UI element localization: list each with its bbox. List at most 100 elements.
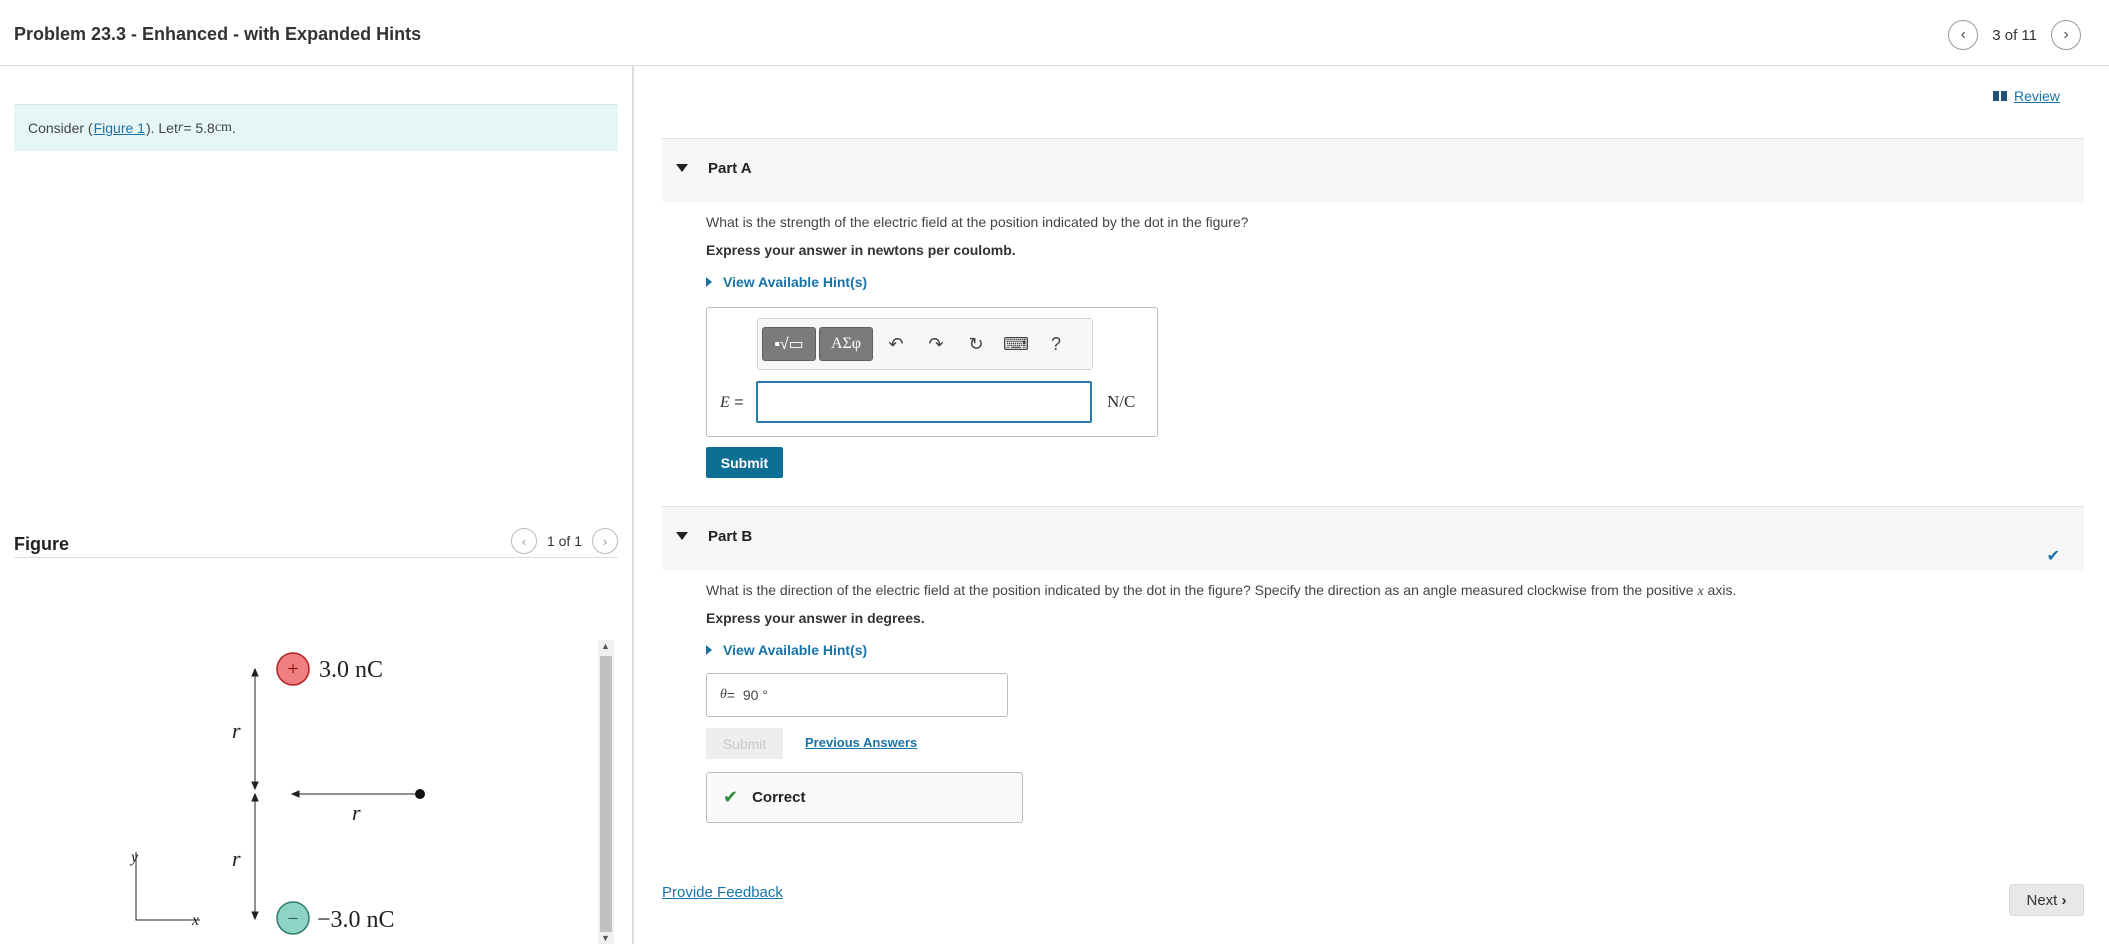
axis-y-label: y [129, 849, 139, 866]
part-b-submit-button[interactable]: Submit [706, 728, 783, 759]
pane-divider[interactable] [632, 66, 634, 944]
prev-problem-button[interactable]: ‹ [1948, 20, 1979, 50]
submitted-answer: 90 ° [742, 687, 768, 703]
header: Problem 23.3 - Enhanced - with Expanded … [0, 0, 2109, 66]
templates-button[interactable]: ▪√▭ [762, 327, 816, 361]
chevron-left-icon: ‹ [521, 533, 527, 549]
chevron-right-icon: › [2061, 891, 2067, 909]
r-label-horizontal: r [352, 800, 361, 825]
expand-triangle-icon [706, 645, 712, 655]
next-figure-button[interactable]: › [592, 528, 618, 554]
greek-symbols-button[interactable]: ΑΣφ [819, 327, 873, 361]
greek-icon: ΑΣφ [830, 335, 862, 352]
figure-header: Figure ‹ 1 of 1 › [14, 522, 618, 558]
redo-icon: ↷ [928, 333, 944, 354]
chevron-right-icon: › [2063, 26, 2069, 43]
reset-icon: ↻ [968, 333, 984, 354]
r-label-bottom: r [232, 846, 241, 871]
e-answer-input[interactable] [756, 381, 1092, 423]
e-variable-label: E = [720, 394, 744, 412]
negative-charge: − [276, 901, 310, 935]
part-a-header[interactable]: Part A [662, 138, 2084, 202]
correct-feedback: ✔ Correct [706, 772, 1023, 823]
templates-icon: ▪√▭ [774, 336, 804, 353]
hint-label: View Available Hint(s) [723, 274, 868, 290]
collapse-triangle-icon [676, 532, 688, 540]
figure-title: Figure [14, 534, 70, 554]
positive-charge-label: 3.0 nC [319, 657, 383, 683]
problem-statement: Consider (Figure 1). Let r = 5.8 cm. [14, 104, 618, 151]
part-a-hint-toggle[interactable]: View Available Hint(s) [706, 274, 867, 290]
figure-link[interactable]: Figure 1 [94, 120, 145, 136]
unit-label: N/C [1107, 392, 1136, 411]
part-a-question: What is the strength of the electric fie… [706, 214, 1249, 230]
prev-figure-button[interactable]: ‹ [510, 528, 537, 554]
equals-sign: = [729, 394, 744, 411]
question-text: axis. [1703, 582, 1737, 598]
part-a-label: Part A [708, 160, 752, 177]
previous-answers-link[interactable]: Previous Answers [805, 735, 917, 750]
equals-sign: = [726, 687, 736, 703]
negative-charge-label: −3.0 nC [317, 907, 395, 933]
statement-value: = 5.8 [183, 120, 215, 136]
e-symbol: E [720, 394, 730, 411]
part-a-submit-button[interactable]: Submit [706, 447, 783, 478]
statement-text: ). Let [145, 120, 178, 136]
hint-label: View Available Hint(s) [723, 642, 868, 658]
help-button[interactable]: ? [1036, 327, 1076, 361]
figure-scroll-thumb[interactable] [600, 656, 612, 932]
review-link[interactable]: Review [1993, 88, 2060, 104]
book-icon [1993, 91, 2008, 101]
statement-unit: cm [214, 120, 232, 135]
part-b-hint-toggle[interactable]: View Available Hint(s) [706, 642, 867, 658]
keyboard-button[interactable]: ⌨ [996, 327, 1036, 361]
statement-text: . [231, 120, 236, 136]
chevron-left-icon: ‹ [1960, 26, 1966, 43]
part-a-answer-box: ▪√▭ ΑΣφ ↶ ↷ ↻ ⌨ ? E = N/C [706, 307, 1158, 437]
question-text: What is the direction of the electric fi… [706, 582, 1698, 598]
expand-triangle-icon [706, 277, 712, 287]
problem-counter: 3 of 11 [1992, 26, 2037, 44]
help-icon: ? [1050, 333, 1061, 354]
field-point-dot [415, 789, 425, 799]
positive-charge: + [276, 652, 310, 686]
correct-label: Correct [752, 789, 806, 806]
redo-button[interactable]: ↷ [916, 327, 956, 361]
chevron-right-icon: › [602, 533, 608, 549]
scroll-up-icon[interactable]: ▲ [601, 641, 610, 651]
horizontal-dimension [290, 790, 418, 798]
completed-check-icon: ✔ [2046, 548, 2060, 565]
part-a-instruction: Express your answer in newtons per coulo… [706, 242, 1016, 258]
plus-sign: + [287, 658, 298, 680]
theta-symbol: θ [720, 687, 727, 702]
axis-x-label: x [191, 912, 199, 929]
problem-pager: ‹ 3 of 11 › [1948, 20, 2081, 50]
part-b-instruction: Express your answer in degrees. [706, 610, 925, 626]
reset-button[interactable]: ↻ [956, 327, 996, 361]
statement-text: Consider ( [28, 120, 93, 136]
figure-pager: ‹ 1 of 1 › [510, 528, 618, 554]
charge-figure: + 3.0 nC r r r − −3.0 nC y x [129, 652, 425, 935]
undo-icon: ↶ [888, 333, 904, 354]
next-button[interactable]: Next › [2009, 884, 2084, 916]
figure-counter: 1 of 1 [546, 533, 582, 549]
page-title: Problem 23.3 - Enhanced - with Expanded … [14, 24, 422, 44]
vertical-dimension-bottom [251, 792, 259, 921]
provide-feedback-link[interactable]: Provide Feedback [662, 884, 783, 901]
minus-sign: − [287, 908, 298, 930]
next-problem-button[interactable]: › [2051, 20, 2081, 50]
next-label: Next [2026, 891, 2058, 909]
undo-button[interactable]: ↶ [876, 327, 916, 361]
part-b-label: Part B [708, 528, 753, 545]
part-b-question: What is the direction of the electric fi… [706, 582, 1736, 600]
part-b-answer-display: θ = 90 ° [706, 673, 1008, 717]
math-toolbar: ▪√▭ ΑΣφ ↶ ↷ ↻ ⌨ ? [757, 318, 1093, 370]
scroll-down-icon[interactable]: ▼ [601, 933, 610, 943]
review-label: Review [2014, 88, 2060, 104]
collapse-triangle-icon [676, 164, 688, 172]
keyboard-icon: ⌨ [1003, 333, 1029, 354]
r-label-top: r [232, 718, 241, 743]
part-b-header[interactable]: Part B ✔ [662, 506, 2084, 570]
checkmark-icon: ✔ [723, 787, 739, 807]
coordinate-axes [135, 852, 200, 921]
